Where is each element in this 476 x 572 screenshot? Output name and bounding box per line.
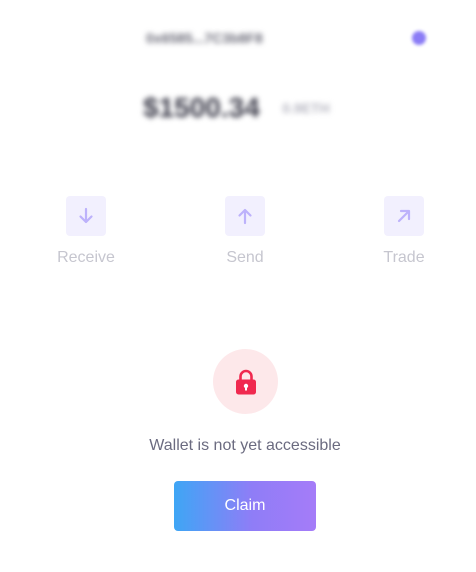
locked-message: Wallet is not yet accessible bbox=[149, 437, 341, 454]
receive-button[interactable]: Receive bbox=[31, 196, 141, 276]
send-label: Send bbox=[226, 249, 264, 266]
claim-button[interactable]: Claim bbox=[174, 481, 316, 531]
trade-label: Trade bbox=[383, 249, 425, 266]
send-button[interactable]: Send bbox=[190, 196, 300, 276]
network-status-dot[interactable] bbox=[412, 31, 426, 45]
balance-eth: 0.9ETH bbox=[282, 100, 330, 116]
arrow-up-right-icon bbox=[384, 196, 424, 236]
balance-display: $1500.34 0.9ETH bbox=[143, 88, 330, 128]
lock-icon bbox=[235, 369, 256, 394]
arrow-down-icon bbox=[66, 196, 106, 236]
receive-label: Receive bbox=[57, 249, 115, 266]
lock-badge bbox=[213, 349, 278, 414]
balance-usd: $1500.34 bbox=[143, 92, 260, 123]
arrow-up-icon bbox=[225, 196, 265, 236]
wallet-address[interactable]: 0x6585...7C3b8F8 bbox=[146, 28, 290, 48]
trade-button[interactable]: Trade bbox=[349, 196, 459, 276]
